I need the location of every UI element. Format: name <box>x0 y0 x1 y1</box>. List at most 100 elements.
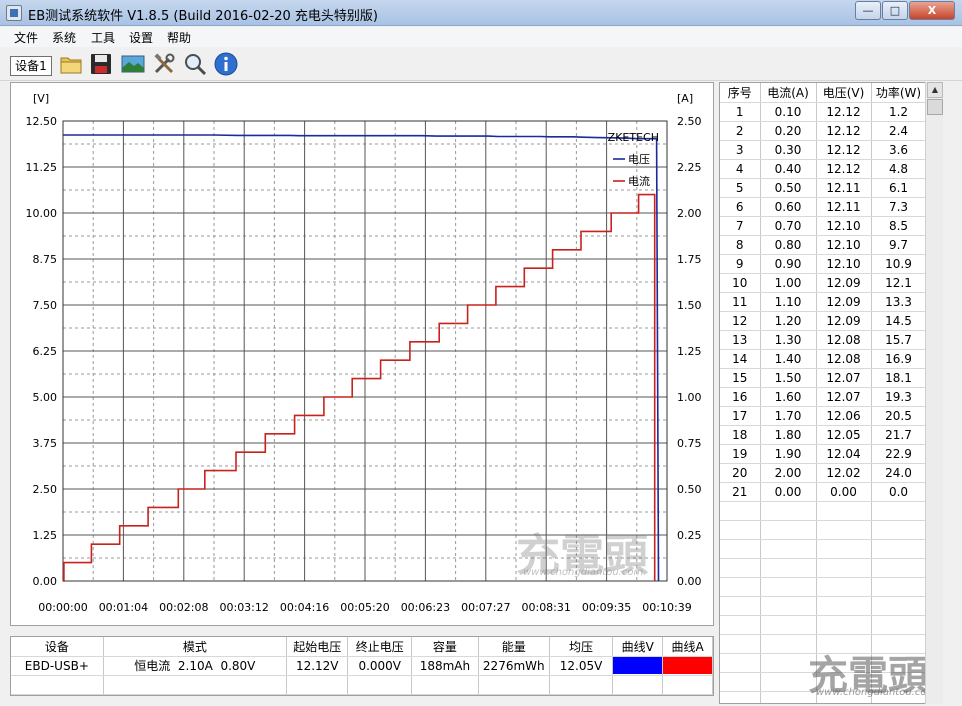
table-row[interactable]: 6 0.60 12.11 7.3 <box>720 197 927 217</box>
info-icon[interactable] <box>213 51 239 77</box>
table-scrollbar[interactable]: ▲ <box>925 82 943 704</box>
cell-current: 1.90 <box>760 444 817 464</box>
table-row[interactable]: 18 1.80 12.05 21.7 <box>720 425 927 445</box>
table-row[interactable]: 16 1.60 12.07 19.3 <box>720 387 927 407</box>
cell-index: 13 <box>720 330 761 350</box>
summary-value-row[interactable]: EBD-USB+ 恒电流 2.10A 0.80V 12.12V 0.000V 1… <box>11 656 713 676</box>
empty-cell <box>760 577 817 597</box>
empty-cell <box>760 501 817 521</box>
cell-current: 0.50 <box>760 178 817 198</box>
table-row[interactable]: 7 0.70 12.10 8.5 <box>720 216 927 236</box>
summary-avg-voltage: 12.05V <box>549 656 614 676</box>
table-row[interactable]: 1 0.10 12.12 1.2 <box>720 102 927 122</box>
summary-end-voltage: 0.000V <box>347 656 413 676</box>
table-empty-row <box>720 596 927 616</box>
cell-voltage: 12.12 <box>816 140 872 160</box>
app-icon <box>6 5 22 21</box>
cell-index: 18 <box>720 425 761 445</box>
cell-power: 20.5 <box>871 406 927 426</box>
table-row[interactable]: 12 1.20 12.09 14.5 <box>720 311 927 331</box>
cell-index: 8 <box>720 235 761 255</box>
zoom-icon[interactable] <box>182 51 208 77</box>
curve-a-swatch-cell[interactable] <box>662 656 713 676</box>
table-row[interactable]: 8 0.80 12.10 9.7 <box>720 235 927 255</box>
table-row[interactable]: 11 1.10 12.09 13.3 <box>720 292 927 312</box>
cell-power: 10.9 <box>871 254 927 274</box>
empty-cell <box>871 596 927 616</box>
col-header-current[interactable]: 电流(A) <box>760 83 817 103</box>
empty-cell <box>103 675 288 695</box>
cell-current: 0.20 <box>760 121 817 141</box>
empty-cell <box>871 615 927 635</box>
col-header-power[interactable]: 功率(W) <box>871 83 927 103</box>
table-row[interactable]: 21 0.00 0.00 0.0 <box>720 482 927 502</box>
table-row[interactable]: 10 1.00 12.09 12.1 <box>720 273 927 293</box>
scroll-thumb[interactable] <box>927 99 943 115</box>
menu-settings[interactable]: 设置 <box>129 29 153 46</box>
device-tab[interactable]: 设备1 <box>10 56 52 76</box>
table-row[interactable]: 9 0.90 12.10 10.9 <box>720 254 927 274</box>
cell-voltage: 12.10 <box>816 235 872 255</box>
close-button[interactable]: X <box>909 1 955 20</box>
cell-voltage: 12.02 <box>816 463 872 483</box>
cell-current: 0.90 <box>760 254 817 274</box>
table-row[interactable]: 20 2.00 12.02 24.0 <box>720 463 927 483</box>
cell-power: 1.2 <box>871 102 927 122</box>
table-row[interactable]: 3 0.30 12.12 3.6 <box>720 140 927 160</box>
legend-label: 电流 <box>628 174 650 188</box>
summary-header-curve-v: 曲线V <box>612 637 664 657</box>
x-tick-label: 00:08:31 <box>521 601 570 614</box>
menu-file[interactable]: 文件 <box>14 29 38 46</box>
empty-cell <box>816 520 872 540</box>
scroll-up-arrow-icon[interactable]: ▲ <box>927 82 943 98</box>
curve-v-swatch[interactable] <box>613 657 663 674</box>
cell-voltage: 12.07 <box>816 387 872 407</box>
cell-index: 5 <box>720 178 761 198</box>
empty-cell <box>720 558 761 578</box>
cell-current: 1.10 <box>760 292 817 312</box>
curve-v-swatch-cell[interactable] <box>612 656 664 676</box>
table-row[interactable]: 15 1.50 12.07 18.1 <box>720 368 927 388</box>
save-icon[interactable] <box>88 51 114 77</box>
chart-watermark-site: www.chongdiantou.com <box>523 567 644 578</box>
curve-a-swatch[interactable] <box>663 657 712 674</box>
cell-power: 3.6 <box>871 140 927 160</box>
cell-power: 22.9 <box>871 444 927 464</box>
table-row[interactable]: 19 1.90 12.04 22.9 <box>720 444 927 464</box>
summary-empty-row <box>11 675 713 695</box>
col-header-index[interactable]: 序号 <box>720 83 761 103</box>
table-row[interactable]: 13 1.30 12.08 15.7 <box>720 330 927 350</box>
y-right-tick-label: 2.50 <box>677 115 702 128</box>
minimize-button[interactable]: — <box>855 1 881 20</box>
menu-help[interactable]: 帮助 <box>167 29 191 46</box>
menu-system[interactable]: 系统 <box>52 29 76 46</box>
table-row[interactable]: 17 1.70 12.06 20.5 <box>720 406 927 426</box>
tools-icon[interactable] <box>151 51 177 77</box>
y-left-tick-label: 0.00 <box>33 575 58 588</box>
table-row[interactable]: 5 0.50 12.11 6.1 <box>720 178 927 198</box>
image-icon[interactable] <box>120 51 146 77</box>
col-header-voltage[interactable]: 电压(V) <box>816 83 872 103</box>
empty-cell <box>816 501 872 521</box>
table-row[interactable]: 14 1.40 12.08 16.9 <box>720 349 927 369</box>
y-right-tick-label: 0.25 <box>677 529 702 542</box>
empty-cell <box>760 539 817 559</box>
cell-index: 12 <box>720 311 761 331</box>
cell-index: 10 <box>720 273 761 293</box>
table-empty-row <box>720 577 927 597</box>
y-right-tick-label: 0.75 <box>677 437 702 450</box>
summary-mode: 恒电流 2.10A 0.80V <box>103 656 288 676</box>
empty-cell <box>871 501 927 521</box>
empty-cell <box>720 596 761 616</box>
table-row[interactable]: 4 0.40 12.12 4.8 <box>720 159 927 179</box>
table-row[interactable]: 2 0.20 12.12 2.4 <box>720 121 927 141</box>
x-tick-label: 00:04:16 <box>280 601 329 614</box>
cell-voltage: 12.09 <box>816 292 872 312</box>
maximize-button[interactable]: □ <box>882 1 908 20</box>
table-empty-row <box>720 501 927 521</box>
menu-tools[interactable]: 工具 <box>91 29 115 46</box>
y-left-tick-label: 2.50 <box>33 483 58 496</box>
cell-index: 11 <box>720 292 761 312</box>
x-tick-label: 00:05:20 <box>340 601 389 614</box>
folder-icon[interactable] <box>58 51 84 77</box>
